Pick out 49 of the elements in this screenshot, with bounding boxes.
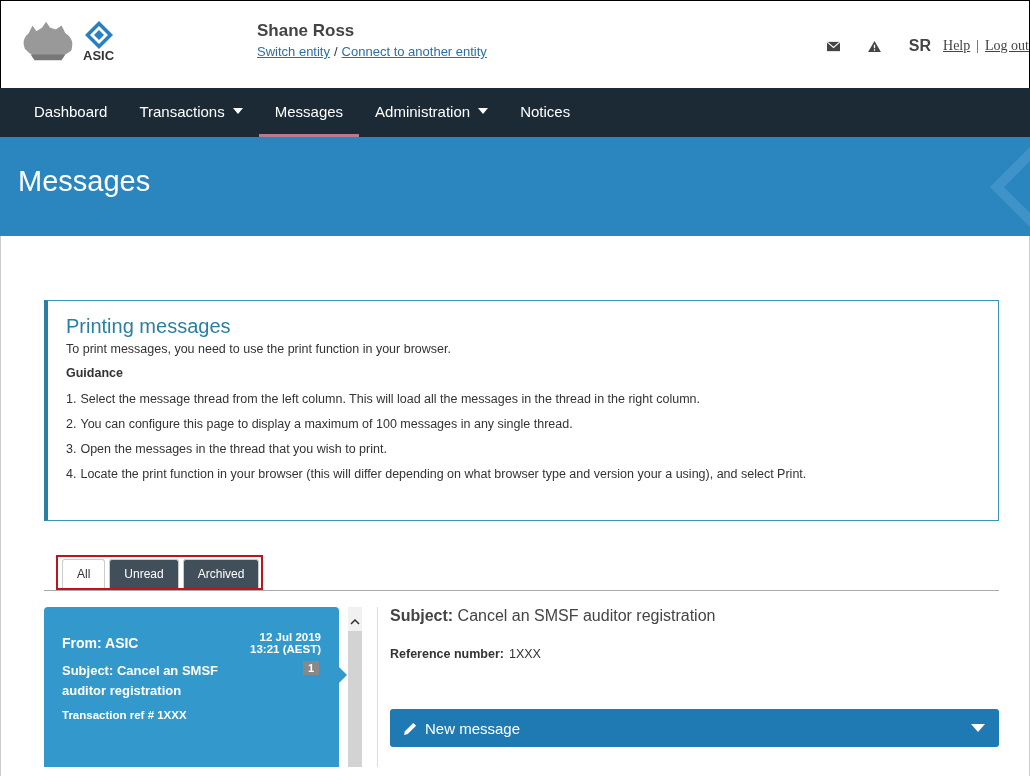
user-name: Shane Ross: [257, 21, 356, 41]
step-text: Locate the print function in your browser (this will differ depending on what browser type and version your a using), and select Print.: [80, 467, 807, 481]
caret-icon: [478, 108, 489, 114]
logout-link[interactable]: Log out: [985, 38, 1029, 54]
caret-icon: [232, 108, 243, 114]
step-text: Select the message thread from the left column. This will load all the messages in the thread in the right column.: [80, 392, 700, 406]
help-link[interactable]: Help: [943, 38, 971, 54]
warning-icon[interactable]: [867, 40, 881, 52]
step-number: 4.: [66, 467, 77, 481]
reference-value: 1XXX: [508, 647, 541, 661]
transaction-ref: Transaction ref # 1XXX: [62, 709, 187, 721]
nav-item[interactable]: Transactions: [123, 88, 259, 137]
thread-date: 12 Jul 2019: [259, 631, 321, 643]
reference-label: Reference number:: [390, 647, 504, 661]
link-separator: /: [334, 44, 338, 59]
scrollbar[interactable]: [348, 607, 362, 767]
step-number: 1.: [66, 392, 77, 406]
filter-tab[interactable]: All: [62, 559, 106, 588]
thread-from: From: ASIC: [62, 635, 139, 651]
filter-tab[interactable]: Archived: [182, 559, 260, 588]
diamond-logo-icon: [83, 19, 114, 50]
info-title: Printing messages: [66, 315, 232, 338]
guidance-heading: Guidance: [66, 366, 124, 380]
message-count-badge: 1: [302, 661, 319, 675]
thread-time: 13:21 (AEST): [250, 643, 321, 655]
info-text: To print messages, you need to use the print function in your browser.: [66, 342, 452, 356]
switch-entity-link[interactable]: Switch entity: [257, 44, 330, 59]
step-text: Open the messages in the thread that you wish to print.: [80, 442, 387, 456]
step-number: 3.: [66, 442, 77, 456]
message-thread-card[interactable]: From: ASIC 12 Jul 2019 13:21 (AEST) Subject: Cancel an SMSF auditor registration 1 Transaction ref # 1XXX: [44, 607, 339, 767]
page-title: Messages: [18, 165, 151, 198]
link-separator: |: [976, 38, 980, 54]
nav-item[interactable]: Notices: [504, 88, 587, 137]
logo-text: ASIC: [83, 47, 115, 63]
user-initials: SR: [908, 37, 931, 55]
mail-icon[interactable]: [826, 40, 840, 52]
new-message-button[interactable]: New message: [390, 709, 999, 747]
step-number: 2.: [66, 417, 77, 431]
nav-item[interactable]: Administration: [359, 88, 505, 137]
filter-tab[interactable]: Unread: [109, 559, 179, 588]
caret-icon: [971, 724, 985, 732]
message-subject: Subject: Cancel an SMSF auditor registration: [390, 607, 717, 625]
step-text: You can configure this page to display a maximum of 100 messages in any single thread.: [80, 417, 573, 431]
nav-item[interactable]: Dashboard: [18, 88, 124, 137]
pointer-arrow-icon: [339, 667, 347, 683]
pencil-icon: [404, 721, 417, 735]
connect-entity-link[interactable]: Connect to another entity: [341, 44, 487, 59]
thread-subject: Subject: Cancel an SMSF auditor registration: [62, 662, 220, 700]
scroll-up-icon[interactable]: [350, 619, 360, 625]
